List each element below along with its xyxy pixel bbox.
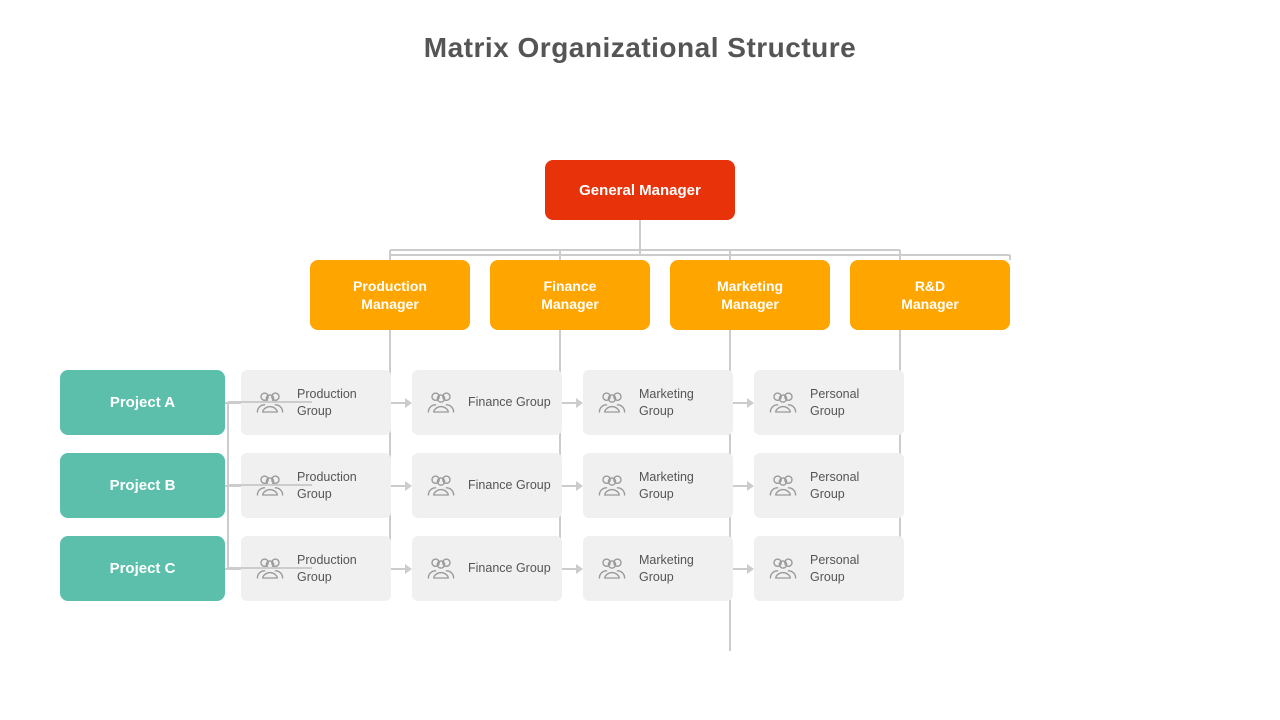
managers-row: Production Manager Finance Manager Marke… bbox=[310, 260, 1010, 330]
arrow-c-1 bbox=[391, 564, 412, 574]
group-card-c-marketing: Marketing Group bbox=[583, 536, 733, 601]
group-icon-a-prod bbox=[251, 384, 289, 422]
group-label-b-fin: Finance Group bbox=[468, 477, 551, 493]
general-manager-box: General Manager bbox=[545, 160, 735, 220]
diagram: General Manager Production Manager Finan… bbox=[0, 100, 1280, 720]
group-icon-b-fin bbox=[422, 467, 460, 505]
group-icon-c-mkt bbox=[593, 550, 631, 588]
project-c-label: Project C bbox=[110, 560, 176, 577]
arrow-b-3 bbox=[733, 481, 754, 491]
h-connector-c bbox=[225, 568, 241, 570]
group-icon-c-per bbox=[764, 550, 802, 588]
group-card-a-marketing: Marketing Group bbox=[583, 370, 733, 435]
group-icon-b-per bbox=[764, 467, 802, 505]
group-label-b-prod: Production Group bbox=[297, 469, 381, 502]
group-label-b-per: Personal Group bbox=[810, 469, 894, 502]
group-label-a-per: Personal Group bbox=[810, 386, 894, 419]
group-label-a-mkt: Marketing Group bbox=[639, 386, 723, 419]
group-label-b-mkt: Marketing Group bbox=[639, 469, 723, 502]
arrow-b-2 bbox=[562, 481, 583, 491]
arrow-a-1 bbox=[391, 398, 412, 408]
arrow-c-2 bbox=[562, 564, 583, 574]
mgr-spacer-2 bbox=[650, 260, 670, 330]
finance-manager-box: Finance Manager bbox=[490, 260, 650, 330]
project-b-row: Project B Production Group bbox=[60, 453, 1220, 518]
group-icon-c-prod bbox=[251, 550, 289, 588]
project-b-box: Project B bbox=[60, 453, 225, 518]
project-a-label: Project A bbox=[110, 394, 175, 411]
mgr-spacer-3 bbox=[830, 260, 850, 330]
group-card-a-finance: Finance Group bbox=[412, 370, 562, 435]
production-manager-box: Production Manager bbox=[310, 260, 470, 330]
arrow-b-1 bbox=[391, 481, 412, 491]
group-icon-a-mkt bbox=[593, 384, 631, 422]
group-card-a-production: Production Group bbox=[241, 370, 391, 435]
group-label-c-prod: Production Group bbox=[297, 552, 381, 585]
group-card-c-finance: Finance Group bbox=[412, 536, 562, 601]
finance-manager-label: Finance Manager bbox=[541, 277, 599, 313]
marketing-manager-label: Marketing Manager bbox=[717, 277, 783, 313]
group-card-c-production: Production Group bbox=[241, 536, 391, 601]
group-label-c-per: Personal Group bbox=[810, 552, 894, 585]
group-card-b-personal: Personal Group bbox=[754, 453, 904, 518]
h-connector-a bbox=[225, 402, 241, 404]
page: Matrix Organizational Structure bbox=[0, 0, 1280, 720]
project-a-row: Project A Produc bbox=[60, 370, 1220, 435]
rd-manager-box: R&D Manager bbox=[850, 260, 1010, 330]
group-icon-b-prod bbox=[251, 467, 289, 505]
group-icon-b-mkt bbox=[593, 467, 631, 505]
group-label-a-fin: Finance Group bbox=[468, 394, 551, 410]
group-card-b-production: Production Group bbox=[241, 453, 391, 518]
marketing-manager-box: Marketing Manager bbox=[670, 260, 830, 330]
project-b-label: Project B bbox=[110, 477, 176, 494]
rd-manager-label: R&D Manager bbox=[901, 277, 959, 313]
mgr-spacer-1 bbox=[470, 260, 490, 330]
project-c-box: Project C bbox=[60, 536, 225, 601]
arrow-c-3 bbox=[733, 564, 754, 574]
gm-label: General Manager bbox=[579, 182, 701, 199]
group-icon-a-per bbox=[764, 384, 802, 422]
group-icon-c-fin bbox=[422, 550, 460, 588]
page-title: Matrix Organizational Structure bbox=[0, 0, 1280, 64]
arrow-a-2 bbox=[562, 398, 583, 408]
h-connector-b bbox=[225, 485, 241, 487]
group-card-b-finance: Finance Group bbox=[412, 453, 562, 518]
group-icon-a-fin bbox=[422, 384, 460, 422]
production-manager-label: Production Manager bbox=[353, 277, 427, 313]
group-label-c-mkt: Marketing Group bbox=[639, 552, 723, 585]
group-card-b-marketing: Marketing Group bbox=[583, 453, 733, 518]
project-a-box: Project A bbox=[60, 370, 225, 435]
group-label-c-fin: Finance Group bbox=[468, 560, 551, 576]
projects-area: Project A Produc bbox=[60, 370, 1220, 619]
arrow-a-3 bbox=[733, 398, 754, 408]
group-label-a-prod: Production Group bbox=[297, 386, 381, 419]
group-card-c-personal: Personal Group bbox=[754, 536, 904, 601]
group-card-a-personal: Personal Group bbox=[754, 370, 904, 435]
project-c-row: Project C Production Group bbox=[60, 536, 1220, 601]
